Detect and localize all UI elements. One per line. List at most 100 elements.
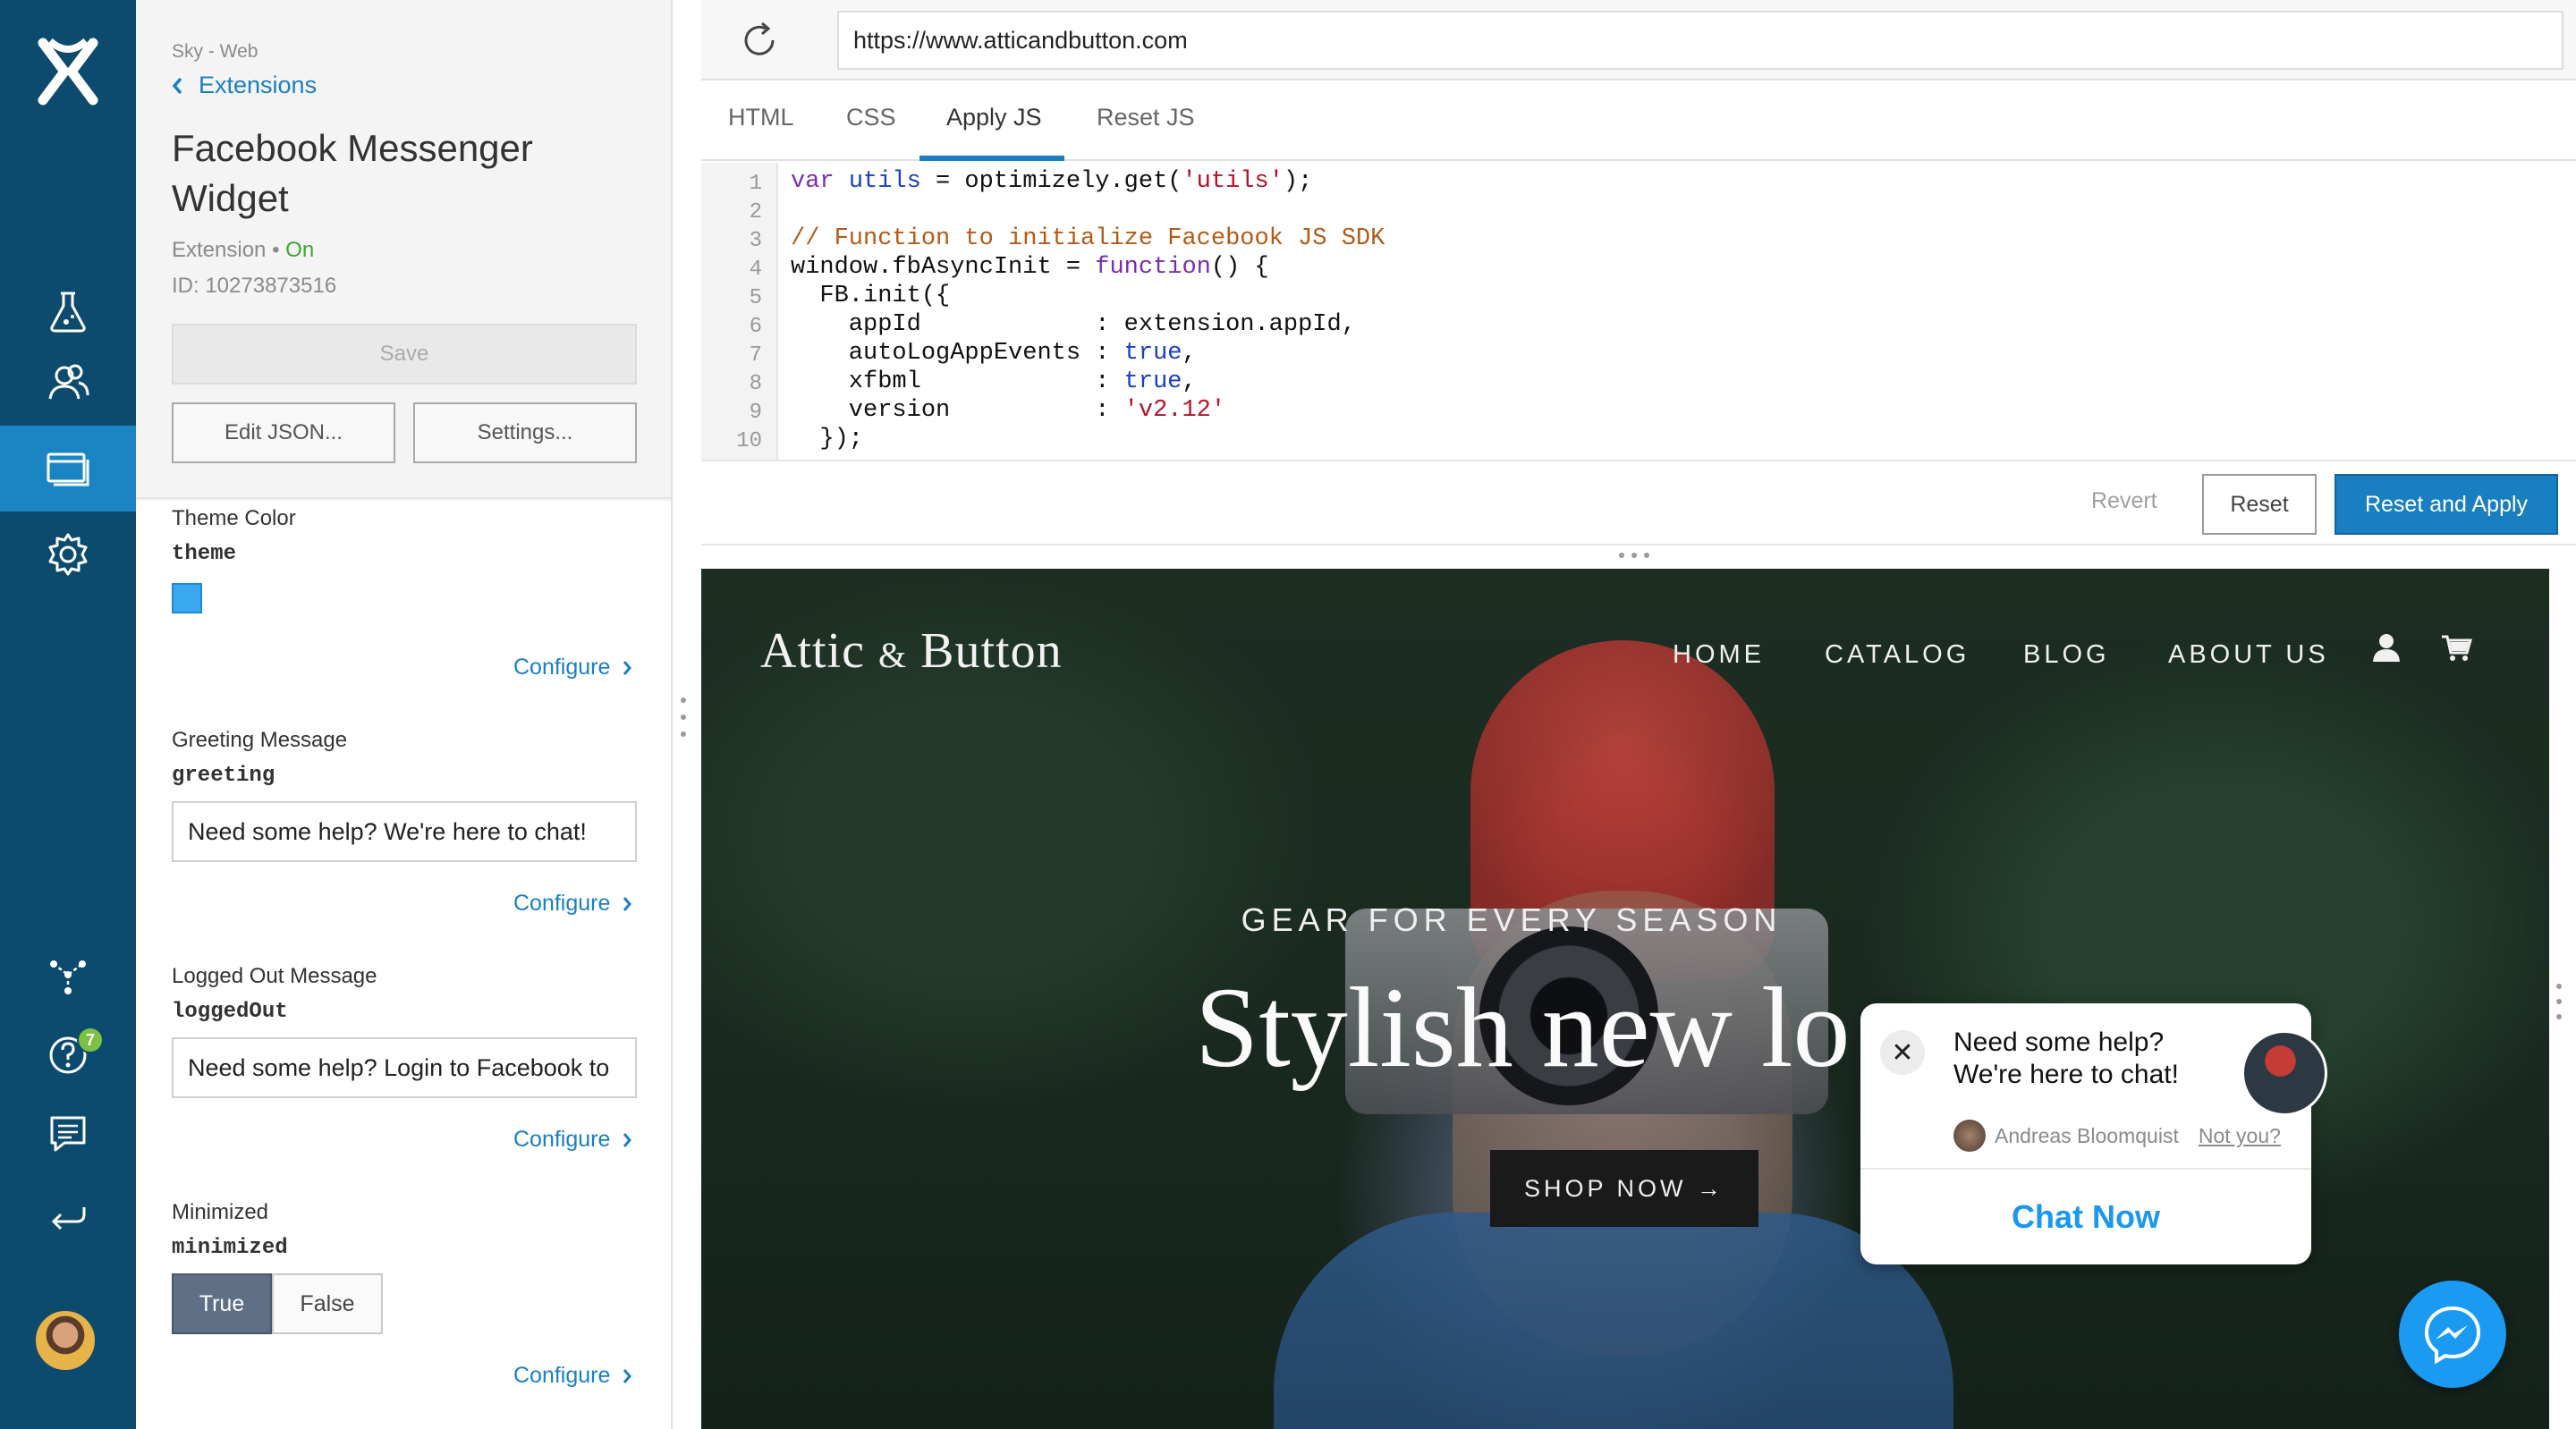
configure-label: Configure: [513, 891, 611, 916]
site-logo[interactable]: Attic & Button: [760, 622, 1063, 680]
extensions-icon: [47, 452, 89, 486]
status-badge: On: [285, 238, 315, 262]
extension-status: Extension • On: [172, 238, 314, 263]
theme-color-swatch[interactable]: [172, 583, 202, 613]
line-number: 5: [749, 286, 762, 310]
site-nav-home[interactable]: HOME: [1673, 640, 1765, 670]
extension-header: Sky - Web Extensions Facebook Messenger …: [136, 0, 671, 499]
settings-button[interactable]: Settings...: [413, 402, 637, 463]
avatar[interactable]: [36, 1311, 95, 1370]
reset-button[interactable]: Reset: [2202, 474, 2317, 535]
code-line: // Function to initialize Facebook JS SD…: [791, 225, 1385, 252]
user-avatar: [1953, 1120, 1986, 1152]
rail-extensions[interactable]: [0, 426, 136, 512]
rail-feedback[interactable]: [0, 1091, 136, 1177]
configure-label: Configure: [513, 655, 611, 680]
configure-link[interactable]: Configure: [513, 1363, 632, 1389]
code-line: });: [791, 426, 864, 452]
tab-html[interactable]: HTML: [728, 104, 794, 131]
chat-user-row: Andreas Bloomquist Not you?: [1953, 1120, 2281, 1152]
rail-help[interactable]: [0, 1012, 136, 1098]
chevron-right-icon: [623, 660, 632, 675]
field-label: Greeting Message: [172, 728, 348, 752]
field-key: minimized: [172, 1236, 288, 1260]
user-icon[interactable]: [2370, 631, 2402, 664]
logo-part: Attic: [760, 623, 865, 679]
back-to-extensions-link[interactable]: Extensions: [172, 72, 317, 99]
tab-css[interactable]: CSS: [846, 104, 896, 131]
site-nav-about[interactable]: ABOUT US: [2168, 640, 2329, 670]
extension-panel: Sky - Web Extensions Facebook Messenger …: [136, 0, 686, 1429]
toggle-false[interactable]: False: [272, 1273, 383, 1334]
rail-return[interactable]: [0, 1173, 136, 1259]
line-number: 2: [749, 200, 762, 224]
code-tabs: HTML CSS Apply JS Reset JS: [701, 80, 2576, 161]
line-number: 6: [749, 315, 762, 339]
close-icon[interactable]: ✕: [1880, 1030, 1925, 1075]
not-you-link[interactable]: Not you?: [2199, 1124, 2281, 1148]
site-preview: Attic & Button HOME CATALOG BLOG ABOUT U…: [701, 569, 2549, 1429]
configure-link[interactable]: Configure: [513, 655, 632, 681]
reload-icon[interactable]: [739, 20, 780, 61]
chevron-right-icon: [623, 1132, 632, 1147]
site-nav-blog[interactable]: BLOG: [2023, 640, 2110, 670]
line-number: 10: [736, 429, 762, 453]
tab-apply-js[interactable]: Apply JS: [946, 104, 1042, 131]
back-label: Extensions: [199, 72, 318, 98]
rail-program[interactable]: [0, 934, 136, 1019]
chevron-left-icon: [172, 77, 182, 94]
extension-id: ID: 10273873516: [172, 274, 337, 298]
chat-now-button[interactable]: Chat Now: [1860, 1170, 2311, 1264]
code-editor[interactable]: 1 2 3 4 5 6 7 8 9 10 var utils = optimiz…: [701, 163, 2576, 460]
configure-link[interactable]: Configure: [513, 891, 632, 917]
reset-and-apply-button[interactable]: Reset and Apply: [2334, 474, 2558, 535]
cart-icon[interactable]: [2440, 631, 2472, 664]
chat-user-name: Andreas Bloomquist: [1995, 1123, 2179, 1147]
meta-separator: •: [272, 238, 280, 262]
tab-reset-js[interactable]: Reset JS: [1097, 104, 1195, 131]
preview-resize-handle[interactable]: [2556, 984, 2562, 1019]
configure-link[interactable]: Configure: [513, 1127, 632, 1153]
greeting-input[interactable]: Need some help? We're here to chat!: [172, 801, 637, 862]
line-gutter: 1 2 3 4 5 6 7 8 9 10: [701, 163, 778, 460]
shop-now-button[interactable]: SHOP NOW →: [1490, 1150, 1758, 1227]
split-resize-handle[interactable]: [1619, 553, 1649, 558]
logged-out-message-input[interactable]: Need some help? Login to Facebook to: [172, 1037, 637, 1098]
meta-type: Extension: [172, 238, 267, 262]
panel-resize-handle[interactable]: [680, 698, 687, 737]
breadcrumb[interactable]: Sky - Web: [172, 41, 258, 63]
return-icon: [51, 1207, 86, 1230]
rail-audiences[interactable]: [0, 340, 136, 426]
line-number: 8: [749, 372, 762, 396]
url-input[interactable]: https://www.atticandbutton.com: [837, 11, 2563, 70]
action-bar: Revert Reset Reset and Apply: [701, 460, 2576, 545]
field-label: Logged Out Message: [172, 964, 377, 988]
page-title: Facebook Messenger Widget: [172, 127, 533, 219]
line-number: 4: [749, 258, 762, 282]
hero-image-jacket: [1274, 1213, 1953, 1429]
logo-part: Button: [920, 623, 1063, 679]
line-number: 1: [749, 172, 762, 196]
field-key: loggedOut: [172, 1000, 288, 1024]
optimizely-x-logo[interactable]: [38, 36, 98, 107]
field-key: greeting: [172, 764, 275, 788]
code-line: version : 'v2.12': [791, 397, 1226, 424]
code-line: var utils = optimizely.get('utils');: [791, 168, 1313, 195]
line-number: 9: [749, 401, 762, 425]
hero-subtitle: GEAR FOR EVERY SEASON: [1241, 901, 1783, 938]
audiences-icon: [48, 364, 89, 400]
help-notification-badge: 7: [77, 1027, 104, 1053]
flask-icon: [50, 292, 86, 333]
edit-json-button[interactable]: Edit JSON...: [172, 402, 395, 463]
revert-button[interactable]: Revert: [2091, 488, 2157, 514]
code-line: autoLogAppEvents : true,: [791, 340, 1197, 367]
rail-settings[interactable]: [0, 512, 136, 597]
site-nav-catalog[interactable]: CATALOG: [1825, 640, 1970, 670]
save-button[interactable]: Save: [172, 324, 637, 385]
toggle-true[interactable]: True: [172, 1273, 272, 1334]
hero-title: Stylish new lo: [1195, 964, 1851, 1091]
configure-label: Configure: [513, 1127, 611, 1152]
messenger-bubble-button[interactable]: [2399, 1281, 2506, 1388]
chevron-right-icon: [623, 896, 632, 911]
program-nodes-icon: [50, 960, 86, 994]
